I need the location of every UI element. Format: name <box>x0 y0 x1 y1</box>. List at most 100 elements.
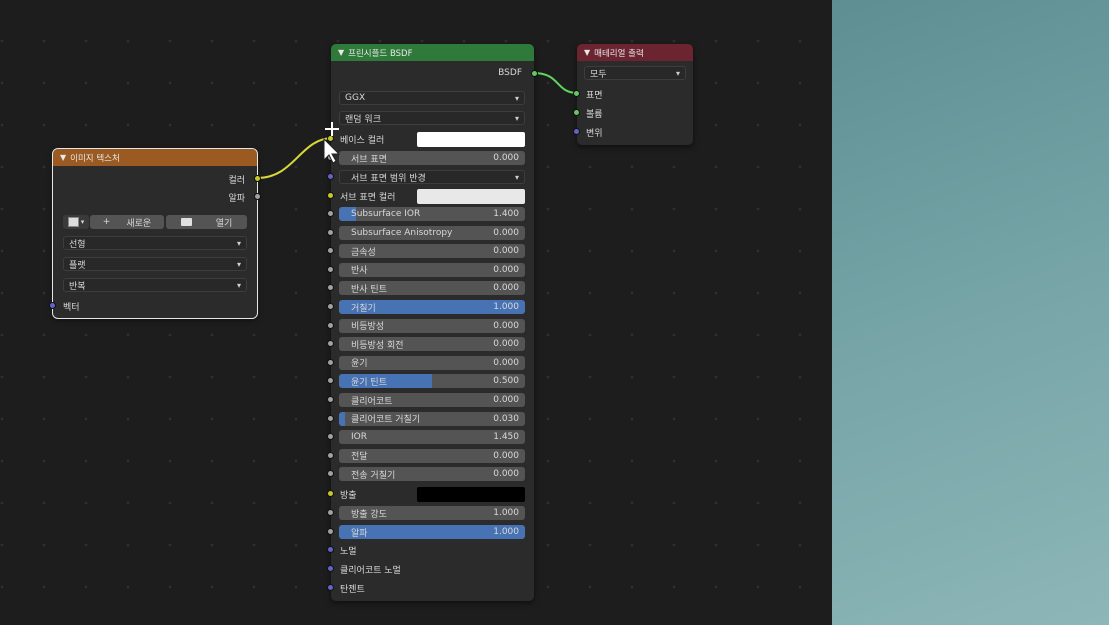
normal-label: 노멀 <box>340 547 357 557</box>
slider-socket[interactable] <box>327 433 334 441</box>
material-output-node[interactable]: ▼ 매테리얼 출력 모두 ▾ 표면 볼륨 변위 <box>573 44 693 145</box>
property-slider[interactable]: 비등방성 회전 0.000 <box>339 337 525 352</box>
property-slider[interactable]: 윤기 틴트 0.500 <box>339 374 525 389</box>
surface-input-socket[interactable] <box>573 90 580 97</box>
subsurface-method-value: 랜덤 워크 <box>345 114 381 125</box>
slider-socket[interactable] <box>327 396 334 403</box>
slider-socket[interactable] <box>327 210 334 217</box>
emission-strength-field[interactable]: 방출 강도 1.000 <box>339 506 525 520</box>
slider-socket[interactable] <box>327 247 334 255</box>
collapse-chevron-icon[interactable]: ▼ <box>60 153 66 162</box>
slider-value: 0.000 <box>493 320 519 331</box>
slider-socket[interactable] <box>327 377 334 385</box>
interpolation-dropdown[interactable]: 선형 ▾ <box>63 236 247 250</box>
slider-socket[interactable] <box>327 358 334 366</box>
image-texture-node[interactable]: ▼ 이미지 텍스처 컬러 알파 ▾ + 새로운 열기 선형 ▾ 플랫 ▾ 반복 … <box>49 148 261 319</box>
emission-socket[interactable] <box>327 490 334 497</box>
color-output-socket[interactable] <box>254 175 261 182</box>
principled-bsdf-header[interactable]: ▼ 프린시플드 BSDF <box>331 44 534 61</box>
new-image-button[interactable]: + 새로운 <box>90 215 164 229</box>
volume-input-socket[interactable] <box>573 109 580 116</box>
open-image-label: 열기 <box>215 218 233 229</box>
displacement-input-socket[interactable] <box>573 128 580 135</box>
base-color-swatch[interactable] <box>417 132 525 147</box>
slider-value: 0.000 <box>493 339 519 350</box>
property-slider[interactable]: 거칠기 1.000 <box>339 300 525 314</box>
slider-value: 1.450 <box>493 432 519 443</box>
slider-socket[interactable] <box>327 470 334 478</box>
slider-socket[interactable] <box>327 321 334 329</box>
collapse-chevron-icon[interactable]: ▼ <box>338 48 344 57</box>
tangent-socket[interactable] <box>327 584 334 591</box>
property-slider[interactable]: 반사 0.000 <box>339 262 525 277</box>
property-slider[interactable]: IOR 1.450 <box>339 430 525 445</box>
slider-label: 금속성 <box>351 247 376 258</box>
alpha-output-label: 알파 <box>228 194 245 204</box>
material-output-title: 매테리얼 출력 <box>594 48 644 59</box>
property-slider[interactable]: Subsurface IOR 1.400 <box>339 207 525 221</box>
vector-input-socket[interactable] <box>49 302 56 309</box>
chevron-down-icon: ▾ <box>236 259 241 269</box>
subsurface-field[interactable]: 서브 표면 0.000 <box>339 151 525 165</box>
emission-label: 방출 <box>340 491 357 501</box>
image-browse-button[interactable]: ▾ <box>63 215 89 229</box>
principled-bsdf-title: 프린시플드 BSDF <box>348 48 413 59</box>
property-slider[interactable]: 금속성 0.000 <box>339 244 525 259</box>
displacement-input-label: 변위 <box>586 129 603 139</box>
slider-label: Subsurface IOR <box>351 209 421 219</box>
property-slider[interactable]: 클리어코트 거칠기 0.030 <box>339 411 525 426</box>
slider-label: 클리어코트 <box>351 396 393 407</box>
subsurface-radius-socket[interactable] <box>327 173 334 180</box>
open-image-button[interactable]: 열기 <box>166 215 247 229</box>
target-dropdown[interactable]: 모두 ▾ <box>584 66 686 80</box>
subsurface-method-dropdown[interactable]: 랜덤 워크 ▾ <box>339 111 525 125</box>
slider-value: 0.030 <box>493 413 519 424</box>
property-slider[interactable]: 반사 틴트 0.000 <box>339 281 525 296</box>
slider-label: 클리어코트 거칠기 <box>351 415 421 426</box>
tangent-label: 탄젠트 <box>340 585 365 595</box>
volume-input-label: 볼륨 <box>586 110 603 120</box>
subsurface-color-socket[interactable] <box>327 192 334 199</box>
subsurface-radius-dropdown[interactable]: 서브 표면 범위 반경 ▾ <box>339 170 525 184</box>
slider-label: 비등방성 <box>351 322 385 333</box>
slider-label: IOR <box>351 432 367 443</box>
extension-value: 반복 <box>69 281 86 292</box>
distribution-value: GGX <box>345 93 366 103</box>
distribution-dropdown[interactable]: GGX ▾ <box>339 91 525 105</box>
bsdf-output-socket[interactable] <box>531 70 538 77</box>
extension-dropdown[interactable]: 반복 ▾ <box>63 278 247 292</box>
surface-input-label: 표면 <box>586 91 603 101</box>
material-output-header[interactable]: ▼ 매테리얼 출력 <box>577 44 693 61</box>
slider-socket[interactable] <box>327 340 334 348</box>
property-slider[interactable]: 전달 0.000 <box>339 448 525 463</box>
alpha-field[interactable]: 알파 1.000 <box>339 525 525 539</box>
emission-color-swatch[interactable] <box>417 487 525 502</box>
slider-socket[interactable] <box>327 228 334 236</box>
property-slider[interactable]: 전송 거칠기 0.000 <box>339 467 525 482</box>
alpha-socket[interactable] <box>327 528 334 535</box>
property-slider[interactable]: 윤기 0.000 <box>339 355 525 370</box>
alpha-output-socket[interactable] <box>254 193 261 200</box>
normal-socket[interactable] <box>327 546 334 553</box>
slider-value: 0.000 <box>493 227 519 238</box>
clearcoat-normal-socket[interactable] <box>327 565 334 572</box>
property-slider[interactable]: 클리어코트 0.000 <box>339 393 525 407</box>
viewport-panel[interactable] <box>832 0 1109 625</box>
collapse-chevron-icon[interactable]: ▼ <box>584 48 590 57</box>
principled-bsdf-node[interactable]: ▼ 프린시플드 BSDF BSDF GGX ▾ 랜덤 워크 ▾ 베이스 컬러 서… <box>327 44 538 601</box>
slider-socket[interactable] <box>327 265 334 273</box>
slider-socket[interactable] <box>327 303 334 310</box>
plus-icon: + <box>102 217 111 227</box>
subsurface-color-swatch[interactable] <box>417 189 525 204</box>
subsurface-radius-label: 서브 표면 범위 반경 <box>351 173 426 184</box>
slider-socket[interactable] <box>327 284 334 292</box>
new-image-label: 새로운 <box>126 218 152 229</box>
image-texture-header[interactable]: ▼ 이미지 텍스처 <box>53 149 257 166</box>
property-slider[interactable]: Subsurface Anisotropy 0.000 <box>339 225 525 240</box>
slider-socket[interactable] <box>327 414 334 422</box>
emission-strength-socket[interactable] <box>327 509 334 516</box>
projection-dropdown[interactable]: 플랫 ▾ <box>63 257 247 271</box>
slider-socket[interactable] <box>327 451 334 459</box>
slider-value: 1.400 <box>493 209 519 219</box>
property-slider[interactable]: 비등방성 0.000 <box>339 318 525 333</box>
